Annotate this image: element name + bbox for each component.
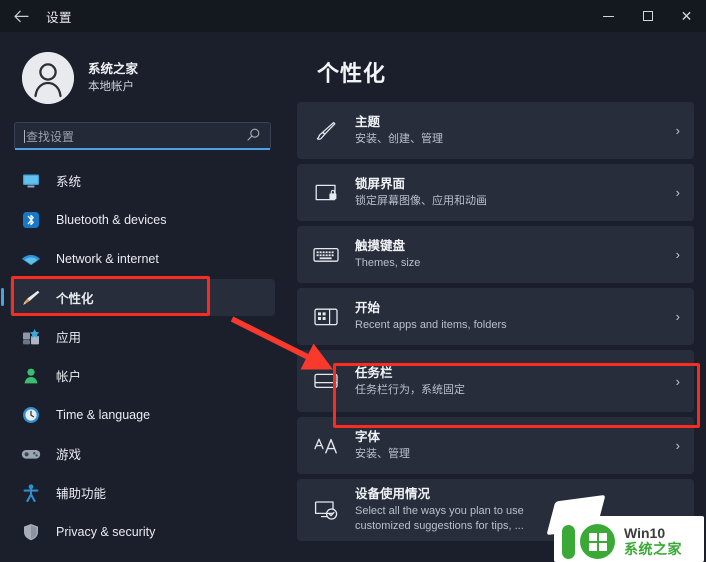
settings-card-list: 主题 安装、创建、管理 › 锁屏界面 锁定屏幕图像、应用和动画 › 触摸键盘 T… (297, 102, 700, 541)
sidebar-item-label: 游戏 (56, 448, 82, 462)
card-subtitle: Themes, size (355, 257, 421, 270)
chevron-right-icon[interactable]: › (676, 374, 680, 389)
minimize-button[interactable] (589, 0, 628, 32)
text-caret (24, 129, 25, 143)
sidebar-item-privacy-security[interactable]: Privacy & security (10, 513, 275, 550)
sidebar-item-network-internet[interactable]: Network & internet (10, 240, 275, 277)
card-text: 锁屏界面 锁定屏幕图像、应用和动画 (355, 176, 668, 209)
settings-card-device-usage[interactable]: 设备使用情况 Select all the ways you plan to u… (297, 479, 694, 541)
page-title: 个性化 (317, 61, 387, 86)
paintbrush-icon (311, 119, 341, 143)
back-arrow-icon[interactable] (4, 1, 38, 31)
card-text: 字体 安装、管理 (355, 429, 668, 462)
card-subtitle: 任务栏行为，系统固定 (355, 383, 465, 396)
sidebar: 系统之家 本地帐户 查找设置 系统 Bluetooth & devices Ne… (0, 32, 285, 562)
sidebar-item-windows-update[interactable]: Windows Update (10, 552, 275, 562)
settings-card-touch-keyboard[interactable]: 触摸键盘 Themes, size › (297, 226, 694, 283)
card-text: 设备使用情况 Select all the ways you plan to u… (355, 486, 672, 534)
card-text: 主题 安装、创建、管理 (355, 114, 668, 147)
monitor-icon (20, 171, 42, 191)
sidebar-item-label: 系统 (56, 175, 82, 189)
card-title: 主题 (355, 115, 381, 130)
lock-screen-icon (311, 182, 341, 204)
start-menu-icon (311, 307, 341, 327)
gamepad-icon (20, 444, 42, 464)
settings-card-themes[interactable]: 主题 安装、创建、管理 › (297, 102, 694, 159)
card-subtitle: 安装、管理 (355, 448, 410, 461)
card-title: 开始 (355, 301, 381, 316)
maximize-icon (642, 11, 653, 21)
sidebar-nav: 系统 Bluetooth & devices Network & interne… (0, 162, 285, 562)
card-text: 触摸键盘 Themes, size (355, 238, 668, 271)
search-icon[interactable] (247, 128, 260, 144)
sidebar-item-label: 应用 (56, 331, 82, 345)
sidebar-item-label: Privacy & security (56, 524, 156, 539)
content-pane: 个性化 主题 安装、创建、管理 › 锁屏界面 锁定屏幕图像、应用和动画 › 触摸… (285, 32, 706, 562)
font-aa-icon (311, 436, 341, 456)
sidebar-item-label: 辅助功能 (56, 487, 107, 501)
settings-card-taskbar[interactable]: 任务栏 任务栏行为，系统固定 › (297, 350, 694, 412)
profile-text: 系统之家 本地帐户 (88, 62, 138, 94)
apps-icon (20, 327, 42, 347)
maximize-button[interactable] (628, 0, 667, 32)
chevron-right-icon[interactable]: › (676, 309, 680, 324)
paintbrush-icon (20, 288, 42, 308)
settings-window: 设置 ✕ 系统之家 本地帐户 查找设置 系统 Bluetooth & devic… (0, 0, 706, 562)
window-controls: ✕ (589, 0, 706, 32)
search-placeholder: 查找设置 (26, 129, 75, 144)
sidebar-item-system[interactable]: 系统 (10, 162, 275, 199)
sidebar-item-personalization[interactable]: 个性化 (1, 279, 275, 316)
sidebar-item-gaming[interactable]: 游戏 (10, 435, 275, 472)
card-title: 设备使用情况 (355, 487, 431, 502)
sidebar-item-label: 个性化 (56, 292, 94, 306)
keyboard-icon (311, 246, 341, 264)
user-profile[interactable]: 系统之家 本地帐户 (0, 32, 285, 110)
chevron-right-icon[interactable]: › (676, 185, 680, 200)
chevron-right-icon[interactable]: › (676, 438, 680, 453)
wifi-icon (20, 249, 42, 269)
clock-icon (20, 405, 42, 425)
account-person-icon (20, 366, 42, 386)
sidebar-item-apps[interactable]: 应用 (10, 318, 275, 355)
sidebar-item-accounts[interactable]: 帐户 (10, 357, 275, 394)
close-button[interactable]: ✕ (667, 0, 706, 32)
shield-icon (20, 522, 42, 542)
settings-card-fonts[interactable]: 字体 安装、管理 › (297, 417, 694, 474)
card-title: 触摸键盘 (355, 239, 406, 254)
chevron-right-icon[interactable]: › (676, 247, 680, 262)
taskbar-icon (311, 371, 341, 391)
sidebar-item-label: Network & internet (56, 251, 159, 266)
card-text: 开始 Recent apps and items, folders (355, 300, 668, 333)
card-text: 任务栏 任务栏行为，系统固定 (355, 365, 668, 398)
accessibility-icon (20, 483, 42, 503)
settings-card-start[interactable]: 开始 Recent apps and items, folders › (297, 288, 694, 345)
card-subtitle: 锁定屏幕图像、应用和动画 (355, 195, 487, 208)
profile-name: 系统之家 (88, 62, 139, 76)
sidebar-item-accessibility[interactable]: 辅助功能 (10, 474, 275, 511)
sidebar-item-time-language[interactable]: Time & language (10, 396, 275, 433)
avatar (22, 52, 74, 104)
settings-card-lock-screen[interactable]: 锁屏界面 锁定屏幕图像、应用和动画 › (297, 164, 694, 221)
card-subtitle: Recent apps and items, folders (355, 319, 507, 332)
search-input[interactable]: 查找设置 (14, 122, 271, 150)
card-title: 任务栏 (355, 365, 393, 380)
device-usage-icon (311, 499, 341, 521)
sidebar-item-bluetooth-devices[interactable]: Bluetooth & devices (10, 201, 275, 238)
window-title: 设置 (46, 10, 73, 25)
window-body: 系统之家 本地帐户 查找设置 系统 Bluetooth & devices Ne… (0, 32, 706, 562)
sidebar-item-label: Bluetooth & devices (56, 212, 167, 227)
profile-account-type: 本地帐户 (88, 80, 134, 93)
title-bar: 设置 ✕ (0, 0, 706, 32)
sidebar-item-label: Time & language (56, 407, 151, 422)
card-subtitle: 安装、创建、管理 (355, 133, 443, 146)
card-title: 锁屏界面 (355, 177, 406, 192)
bluetooth-icon (20, 210, 42, 230)
card-subtitle: Select all the ways you plan to use cust… (355, 505, 524, 533)
chevron-right-icon[interactable]: › (676, 123, 680, 138)
card-title: 字体 (355, 430, 381, 445)
minimize-icon (603, 15, 614, 17)
sidebar-item-label: 帐户 (56, 370, 82, 384)
close-icon: ✕ (680, 8, 693, 24)
